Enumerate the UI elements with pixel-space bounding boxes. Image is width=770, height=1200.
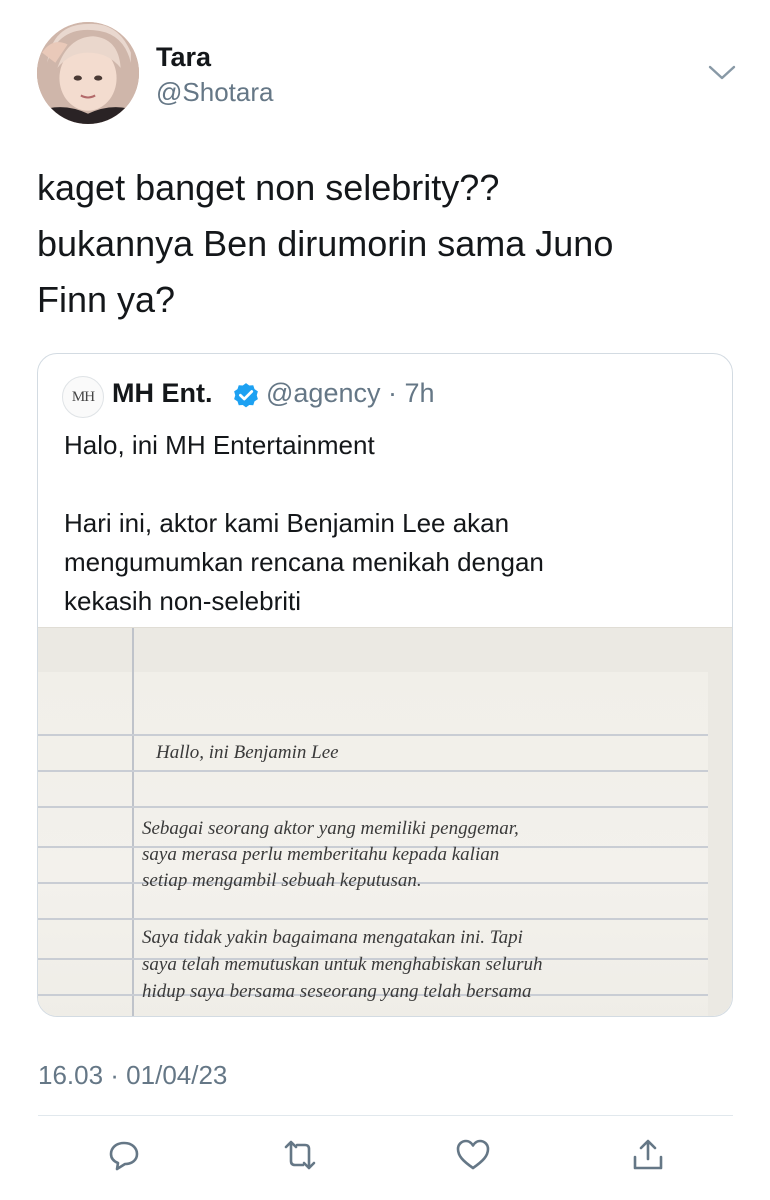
quoted-text-line: Halo, ini MH Entertainment bbox=[64, 430, 375, 460]
quoted-text-line: Hari ini, aktor kami Benjamin Lee akan bbox=[64, 508, 510, 538]
tweet-timestamp[interactable]: 16.03 · 01/04/23 bbox=[38, 1060, 227, 1091]
letter-line: setiap mengambil sebuah keputusan. bbox=[142, 870, 422, 891]
share-icon[interactable] bbox=[630, 1137, 666, 1173]
tweet-text-line: bukannya Ben dirumorin sama Juno bbox=[37, 223, 614, 264]
notebook-paper: Hallo, ini Benjamin Lee Sebagai seorang … bbox=[38, 628, 708, 1016]
avatar-photo bbox=[37, 22, 139, 124]
retweet-icon[interactable] bbox=[282, 1137, 318, 1173]
tweet-text: kaget banget non selebrity?? bukannya Be… bbox=[37, 160, 737, 328]
quoted-text: Halo, ini MH Entertainment Hari ini, akt… bbox=[64, 426, 704, 621]
tweet-text-line: Finn ya? bbox=[37, 279, 176, 320]
letter-line: saya merasa perlu memberitahu kepada kal… bbox=[142, 844, 500, 865]
heart-icon[interactable] bbox=[455, 1137, 491, 1173]
quoted-text-line bbox=[64, 465, 704, 504]
letter-line: saya telah memutuskan untuk menghabiskan… bbox=[142, 954, 543, 975]
tweet-text-line: kaget banget non selebrity?? bbox=[37, 167, 500, 208]
quoted-text-line: kekasih non-selebriti bbox=[64, 586, 302, 616]
reply-icon[interactable] bbox=[106, 1137, 142, 1173]
letter-line: Sebagai seorang aktor yang memiliki peng… bbox=[142, 818, 519, 839]
quoted-handle-time: @agency · 7h bbox=[266, 378, 435, 408]
quoted-avatar[interactable]: MH bbox=[62, 376, 104, 418]
chevron-down-icon[interactable] bbox=[706, 60, 738, 84]
ruled-line bbox=[38, 770, 708, 772]
divider bbox=[38, 1115, 733, 1116]
verified-badge-icon bbox=[231, 380, 261, 410]
ruled-line bbox=[38, 806, 708, 808]
ruled-line bbox=[38, 918, 708, 920]
quoted-text-line: mengumumkan rencana menikah dengan bbox=[64, 547, 544, 577]
ruled-line bbox=[38, 734, 708, 736]
avatar[interactable] bbox=[37, 22, 139, 124]
author-name[interactable]: Tara bbox=[156, 42, 211, 73]
quoted-image[interactable]: Hallo, ini Benjamin Lee Sebagai seorang … bbox=[38, 627, 732, 1016]
quoted-author-name: MH Ent. bbox=[112, 378, 213, 408]
author-handle[interactable]: @Shotara bbox=[156, 77, 273, 108]
quoted-tweet[interactable]: MH MH Ent. @agency · 7h Halo, ini MH Ent… bbox=[37, 353, 733, 1017]
tweet-detail: Tara @Shotara kaget banget non selebrity… bbox=[0, 0, 770, 1200]
letter-line: hidup saya bersama seseorang yang telah … bbox=[142, 981, 532, 1002]
letter-line: Saya tidak yakin bagaimana mengatakan in… bbox=[142, 927, 523, 948]
letter-line: Hallo, ini Benjamin Lee bbox=[156, 742, 339, 763]
